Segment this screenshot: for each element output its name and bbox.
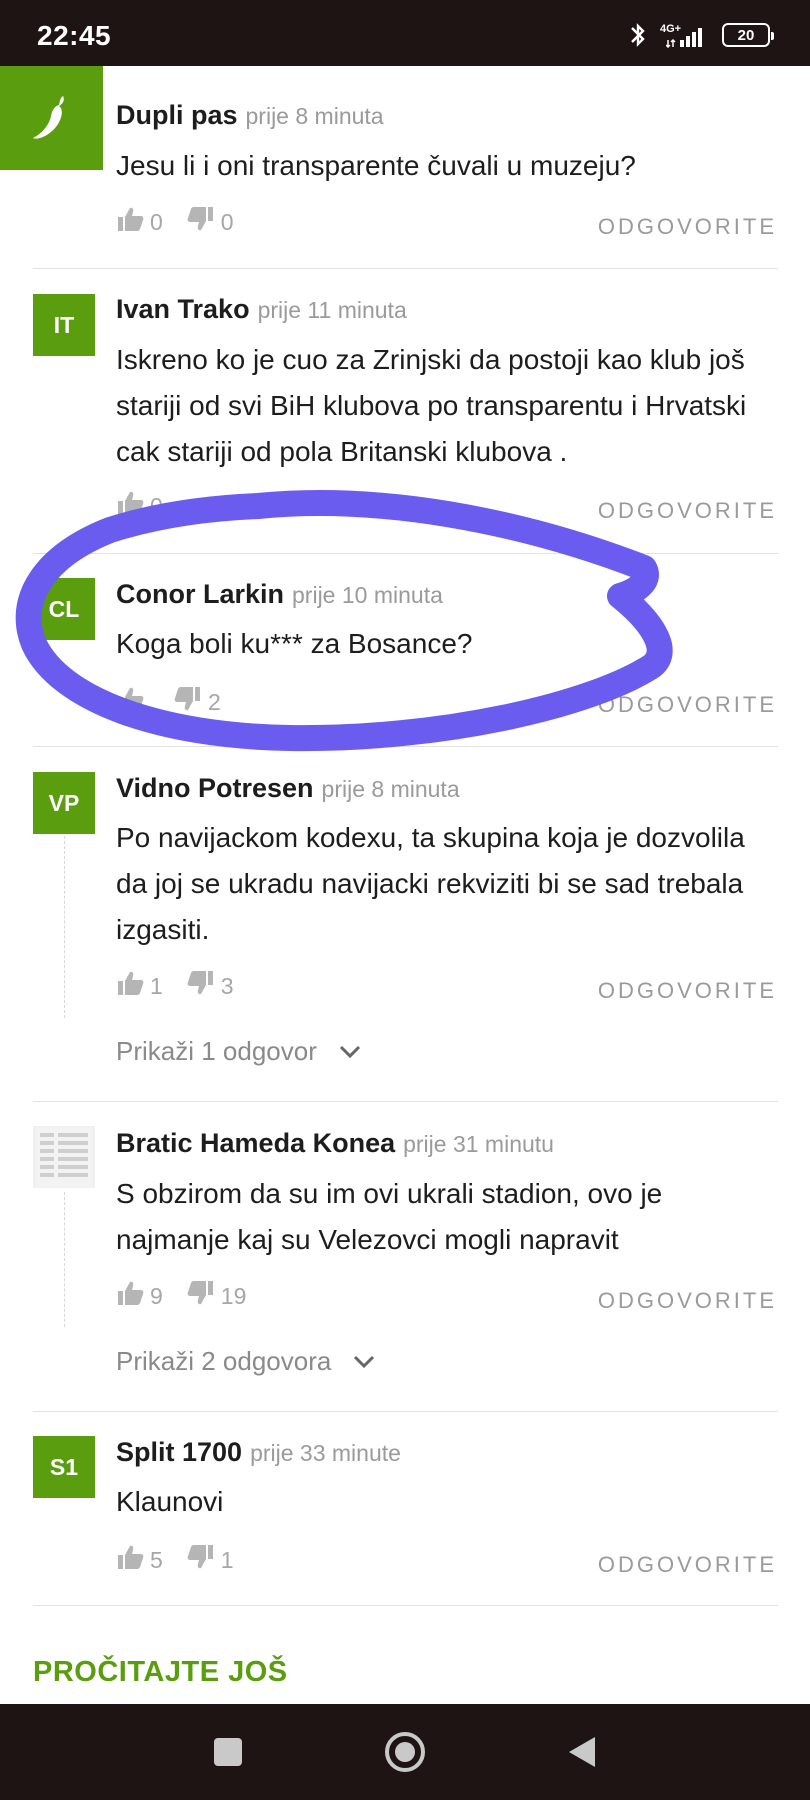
square-icon	[214, 1738, 242, 1766]
show-replies-button[interactable]: Prikaži 2 odgovora	[116, 1346, 375, 1377]
like-count: 1	[150, 972, 163, 999]
thumbs-down-icon[interactable]	[187, 205, 215, 239]
comment-time: prije 33 minute	[250, 1440, 401, 1466]
vote-bar: 2	[116, 686, 245, 718]
reply-button[interactable]: ODGOVORITE	[598, 978, 777, 1004]
like-count: 9	[150, 1282, 163, 1309]
dislike-count: 19	[220, 1282, 247, 1309]
avatar: IT	[33, 294, 95, 356]
battery-icon: 20	[722, 23, 774, 47]
thread-line	[64, 1192, 65, 1327]
comment-author[interactable]: Ivan Trako prije 11 minuta	[116, 294, 407, 325]
thumbs-down-icon[interactable]	[187, 969, 215, 1003]
comment-author[interactable]: Conor Larkin prije 10 minuta	[116, 579, 443, 610]
thread-line	[64, 836, 65, 1018]
thumbs-up-icon[interactable]	[116, 489, 144, 523]
thumbs-up-icon[interactable]	[116, 1279, 144, 1313]
dislike-count: 0	[220, 208, 234, 235]
dislike-count: 2	[208, 688, 221, 715]
show-replies-button[interactable]: Prikaži 1 odgovor	[116, 1036, 361, 1067]
comment-text: Klaunovi	[116, 1486, 224, 1517]
status-time: 22:45	[37, 20, 112, 51]
chevron-down-icon	[354, 1355, 375, 1368]
thumbs-up-icon[interactable]	[116, 1543, 144, 1577]
recents-button[interactable]	[183, 1704, 273, 1800]
avatar-image	[33, 1126, 95, 1188]
read-more-heading[interactable]: PROČITAJTE JOŠ	[33, 1656, 288, 1689]
comment-text: Koga boli ku*** za Bosance?	[116, 628, 473, 659]
comment-time: prije 10 minuta	[292, 582, 443, 608]
like-count: 0	[150, 208, 163, 235]
navigation-bar	[0, 1704, 810, 1800]
pepper-logo-icon	[0, 66, 103, 170]
thumbs-down-icon[interactable]	[174, 685, 202, 719]
reply-button[interactable]: ODGOVORITE	[598, 498, 777, 524]
avatar: VP	[33, 772, 95, 834]
home-circle-icon	[385, 1732, 425, 1772]
divider	[33, 1101, 778, 1102]
signal-icon: 4G+	[660, 20, 710, 50]
reply-button[interactable]: ODGOVORITE	[598, 214, 777, 240]
reply-button[interactable]: ODGOVORITE	[598, 1288, 777, 1314]
comment-author[interactable]: Dupli pas prije 8 minuta	[116, 100, 384, 131]
divider	[33, 268, 778, 269]
vote-bar: 0	[116, 490, 187, 522]
comment-author[interactable]: Split 1700 prije 33 minute	[116, 1437, 401, 1468]
comment-text: Po navijackom kodexu, ta skupina koja je…	[116, 822, 745, 945]
comment-text: Iskreno ko je cuo za Zrinjski da postoji…	[116, 344, 747, 467]
divider	[33, 553, 778, 554]
avatar: CL	[33, 578, 95, 640]
thumbs-up-icon[interactable]	[116, 685, 144, 719]
comment-time: prije 8 minuta	[321, 776, 460, 802]
thumbs-down-icon[interactable]	[187, 1543, 215, 1577]
chevron-down-icon	[339, 1045, 360, 1058]
back-button[interactable]	[537, 1704, 627, 1800]
status-icons: 4G+ 20	[628, 20, 774, 50]
dislike-count: 3	[220, 972, 234, 999]
vote-bar: 5 1	[116, 1544, 258, 1576]
like-count: 5	[150, 1546, 163, 1573]
bluetooth-icon	[631, 23, 645, 47]
back-triangle-icon	[569, 1737, 595, 1767]
divider	[33, 1605, 778, 1606]
avatar: S1	[33, 1436, 95, 1498]
reply-button[interactable]: ODGOVORITE	[598, 1552, 777, 1578]
vote-bar: 1 3	[116, 970, 258, 1002]
vote-bar: 9 19	[116, 1280, 270, 1312]
comment-text: Jesu li i oni transparente čuvali u muze…	[116, 150, 636, 181]
thumbs-down-icon[interactable]	[187, 1279, 215, 1313]
comment-text: S obzirom da su im ovi ukrali stadion, o…	[116, 1178, 663, 1255]
like-count: 0	[150, 492, 163, 519]
dislike-count: 1	[220, 1546, 234, 1573]
home-button[interactable]	[360, 1704, 450, 1800]
comment-time: prije 8 minuta	[245, 103, 384, 129]
comment-author[interactable]: Bratic Hameda Konea prije 31 minutu	[116, 1128, 554, 1159]
divider	[33, 746, 778, 747]
comment-time: prije 31 minutu	[403, 1131, 554, 1157]
status-bar: 22:45 4G+ 20	[0, 0, 810, 66]
divider	[33, 1411, 778, 1412]
reply-button[interactable]: ODGOVORITE	[598, 692, 777, 718]
thumbs-up-icon[interactable]	[116, 969, 144, 1003]
comment-author[interactable]: Vidno Potresen prije 8 minuta	[116, 773, 460, 804]
thumbs-up-icon[interactable]	[116, 205, 144, 239]
vote-bar: 0 0	[116, 206, 258, 238]
comment-time: prije 11 minuta	[257, 297, 407, 323]
